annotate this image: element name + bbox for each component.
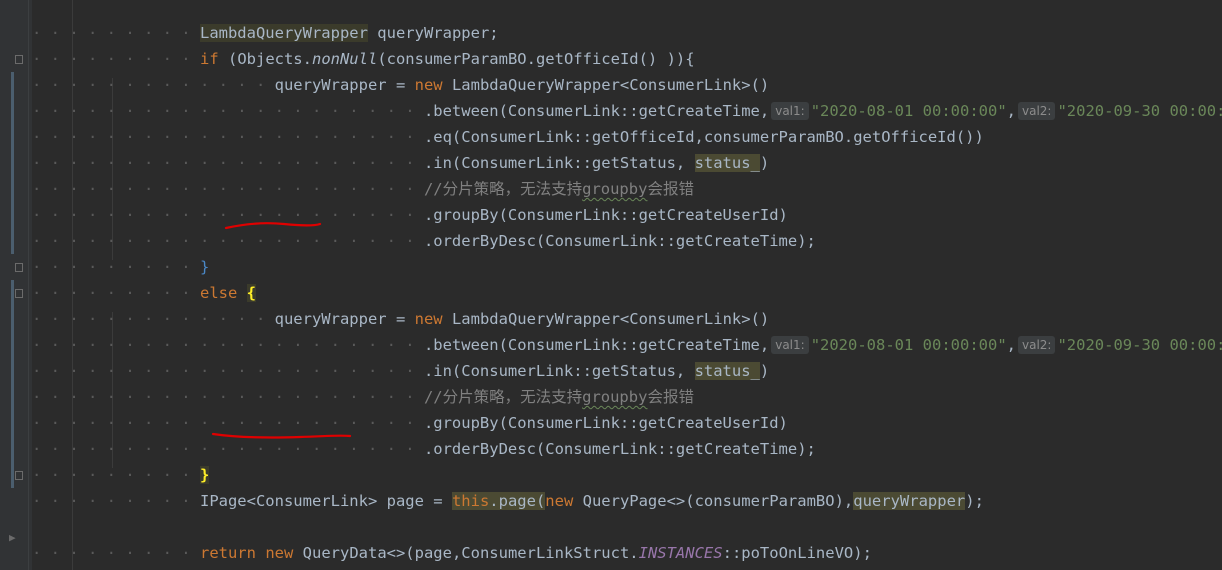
variable-token: status_ [694, 362, 760, 380]
code-token: queryWrapper; [367, 24, 499, 42]
code-token: , [1006, 102, 1016, 120]
code-line: · · · · · · · · · · · · · · · · · · · · … [32, 232, 816, 250]
code-token: , [1006, 336, 1016, 354]
code-token: queryWrapper = [274, 76, 415, 94]
fold-icon[interactable] [15, 263, 23, 272]
code-line: · · · · · · · · · · · · · · · · · · · · … [32, 128, 984, 146]
param-hint: val1: [771, 102, 809, 120]
code-token: queryWrapper = [274, 310, 415, 328]
code-token: IPage<ConsumerLink> page = [199, 492, 452, 510]
code-line: · · · · · · · · · · · · · queryWrapper =… [32, 76, 770, 94]
code-line: · · · · · · · · · · · · · · · · · · · · … [32, 98, 1222, 124]
code-token: .between(ConsumerLink::getCreateTime, [423, 102, 770, 120]
brace-token: { [685, 50, 695, 68]
code-token: (consumerParamBO.getOfficeId() )) [377, 50, 686, 68]
code-token: .orderByDesc(ConsumerLink::getCreateTime… [423, 232, 816, 250]
code-token: .eq(ConsumerLink::getOfficeId,consumerPa… [423, 128, 984, 146]
code-token: .in(ConsumerLink::getStatus, [423, 362, 695, 380]
fold-icon[interactable] [15, 471, 23, 480]
code-line: · · · · · · · · · · · · · queryWrapper =… [32, 310, 770, 328]
code-token: .between(ConsumerLink::getCreateTime, [423, 336, 770, 354]
code-line: · · · · · · · · · IPage<ConsumerLink> pa… [32, 492, 984, 510]
variable-token: status_ [694, 154, 760, 172]
expand-arrow-icon[interactable]: ▶ [9, 531, 16, 544]
code-line: · · · · · · · · · · · · · · · · · · · · … [32, 180, 694, 198]
string-token: "2020-08-01 00:00:00" [810, 102, 1007, 120]
string-token: "2020-09-30 00:00:00" [1057, 102, 1222, 120]
code-line: · · · · · · · · · } [32, 258, 210, 276]
keyword-token: else [199, 284, 238, 302]
brace-token: } [199, 466, 210, 484]
keyword-token: new [265, 544, 294, 562]
keyword-token: new [414, 76, 443, 94]
comment-token: groupby [582, 180, 648, 198]
code-line: · · · · · · · · · LambdaQueryWrapper que… [32, 24, 499, 42]
change-marker [11, 72, 14, 254]
type-token: LambdaQueryWrapper [199, 24, 368, 42]
keyword-token: new [414, 310, 443, 328]
static-field-token: INSTANCES [638, 544, 723, 562]
code-line: · · · · · · · · · · · · · · · · · · · · … [32, 388, 694, 406]
comment-token: groupby [582, 388, 648, 406]
comment-token: //分片策略，无法支持 [423, 180, 583, 198]
param-hint: val2: [1018, 336, 1056, 354]
code-token: (Objects. [218, 50, 312, 68]
variable-token: queryWrapper [853, 492, 966, 510]
string-token: "2020-09-30 00:00:00" [1057, 336, 1222, 354]
code-token: .orderByDesc(ConsumerLink::getCreateTime… [423, 440, 816, 458]
code-line: · · · · · · · · · if (Objects.nonNull(co… [32, 50, 695, 68]
code-token: .groupBy(ConsumerLink::getCreateUserId) [423, 206, 788, 224]
gutter-divider [28, 0, 29, 570]
code-line: · · · · · · · · · · · · · · · · · · · · … [32, 440, 816, 458]
code-line: · · · · · · · · · · · · · · · · · · · · … [32, 414, 788, 432]
code-line: · · · · · · · · · · · · · · · · · · · · … [32, 206, 788, 224]
param-hint: val1: [771, 336, 809, 354]
keyword-token: new [545, 492, 574, 510]
keyword-token: return [199, 544, 256, 562]
comment-token: 会报错 [647, 388, 694, 406]
fold-icon[interactable] [15, 289, 23, 298]
code-token: ::poToOnLineVO); [722, 544, 872, 562]
code-token: ) [759, 362, 770, 380]
comment-token: 会报错 [647, 180, 694, 198]
brace-token: } [199, 258, 210, 276]
code-token: LambdaQueryWrapper<ConsumerLink>() [442, 76, 770, 94]
brace-token: { [246, 284, 256, 302]
red-underline-annotation [224, 218, 324, 232]
code-token: .groupBy(ConsumerLink::getCreateUserId) [423, 414, 788, 432]
red-underline-annotation [210, 426, 355, 442]
code-line: · · · · · · · · · · · · · · · · · · · · … [32, 332, 1222, 358]
code-token: QueryPage<>(consumerParamBO), [573, 492, 854, 510]
code-line: · · · · · · · · · · · · · · · · · · · · … [32, 154, 770, 172]
keyword-token: if [199, 50, 219, 68]
comment-token: //分片策略，无法支持 [423, 388, 583, 406]
change-marker [11, 280, 14, 488]
code-token: QueryData<>(page,ConsumerLinkStruct. [293, 544, 639, 562]
code-token: ) [759, 154, 770, 172]
code-token: ); [965, 492, 984, 510]
param-hint: val2: [1018, 102, 1056, 120]
fold-icon[interactable] [15, 55, 23, 64]
string-token: "2020-08-01 00:00:00" [810, 336, 1007, 354]
method-token: .page( [489, 492, 546, 510]
code-line: · · · · · · · · · return new QueryData<>… [32, 544, 872, 562]
code-token: .in(ConsumerLink::getStatus, [423, 154, 695, 172]
code-token: LambdaQueryWrapper<ConsumerLink>() [442, 310, 770, 328]
method-token: nonNull [311, 50, 378, 68]
code-line: · · · · · · · · · } [32, 466, 210, 484]
keyword-token: this [451, 492, 490, 510]
code-line: · · · · · · · · · else { [32, 284, 256, 302]
code-line: · · · · · · · · · · · · · · · · · · · · … [32, 362, 770, 380]
